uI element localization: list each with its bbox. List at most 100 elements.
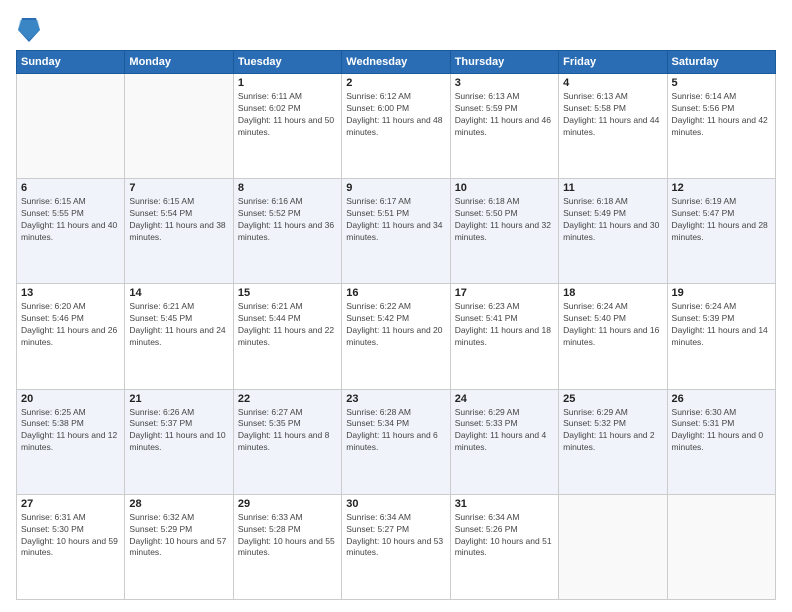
sunrise-text: Sunrise: 6:24 AM xyxy=(563,301,662,313)
day-detail: Sunrise: 6:22 AMSunset: 5:42 PMDaylight:… xyxy=(346,301,445,349)
sunset-text: Sunset: 5:52 PM xyxy=(238,208,337,220)
calendar-cell: 8 Sunrise: 6:16 AMSunset: 5:52 PMDaylight… xyxy=(233,179,341,284)
calendar-cell: 5Sunrise: 6:14 AMSunset: 5:56 PMDaylight… xyxy=(667,74,775,179)
daylight-text: Daylight: 11 hours and 38 minutes. xyxy=(129,220,228,244)
day-detail: Sunrise: 6:34 AMSunset: 5:26 PMDaylight:… xyxy=(455,512,554,560)
day-detail: Sunrise: 6:15 AMSunset: 5:54 PMDaylight:… xyxy=(129,196,228,244)
day-number: 5 xyxy=(672,77,771,89)
day-detail: Sunrise: 6:15 AMSunset: 5:55 PMDaylight:… xyxy=(21,196,120,244)
calendar-cell: 29Sunrise: 6:33 AMSunset: 5:28 PMDayligh… xyxy=(233,494,341,599)
sunset-text: Sunset: 5:59 PM xyxy=(455,103,554,115)
day-number: 9 xyxy=(346,182,445,194)
sunset-text: Sunset: 5:41 PM xyxy=(455,313,554,325)
calendar-cell xyxy=(559,494,667,599)
sunset-text: Sunset: 5:44 PM xyxy=(238,313,337,325)
daylight-text: Daylight: 10 hours and 55 minutes. xyxy=(238,536,337,560)
daylight-text: Daylight: 11 hours and 34 minutes. xyxy=(346,220,445,244)
sunrise-text: Sunrise: 6:18 AM xyxy=(455,196,554,208)
day-detail: Sunrise: 6:27 AMSunset: 5:35 PMDaylight:… xyxy=(238,407,337,455)
sunset-text: Sunset: 5:56 PM xyxy=(672,103,771,115)
sunrise-text: Sunrise: 6:24 AM xyxy=(672,301,771,313)
day-number: 26 xyxy=(672,393,771,405)
day-detail: Sunrise: 6:18 AMSunset: 5:50 PMDaylight:… xyxy=(455,196,554,244)
sunrise-text: Sunrise: 6:28 AM xyxy=(346,407,445,419)
logo-icon xyxy=(18,16,40,44)
sunrise-text: Sunrise: 6:23 AM xyxy=(455,301,554,313)
sunset-text: Sunset: 5:42 PM xyxy=(346,313,445,325)
day-detail: Sunrise: 6:13 AMSunset: 5:58 PMDaylight:… xyxy=(563,91,662,139)
calendar-cell: 6 Sunrise: 6:15 AMSunset: 5:55 PMDaylight… xyxy=(17,179,125,284)
calendar-cell xyxy=(667,494,775,599)
sunrise-text: Sunrise: 6:27 AM xyxy=(238,407,337,419)
sunrise-text: Sunrise: 6:16 AM xyxy=(238,196,337,208)
daylight-text: Daylight: 10 hours and 59 minutes. xyxy=(21,536,120,560)
calendar-cell: 4Sunrise: 6:13 AMSunset: 5:58 PMDaylight… xyxy=(559,74,667,179)
sunrise-text: Sunrise: 6:21 AM xyxy=(129,301,228,313)
day-detail: Sunrise: 6:11 AMSunset: 6:02 PMDaylight:… xyxy=(238,91,337,139)
day-number: 8 xyxy=(238,182,337,194)
sunrise-text: Sunrise: 6:29 AM xyxy=(455,407,554,419)
day-detail: Sunrise: 6:31 AMSunset: 5:30 PMDaylight:… xyxy=(21,512,120,560)
sunrise-text: Sunrise: 6:25 AM xyxy=(21,407,120,419)
sunset-text: Sunset: 6:02 PM xyxy=(238,103,337,115)
day-detail: Sunrise: 6:30 AMSunset: 5:31 PMDaylight:… xyxy=(672,407,771,455)
sunset-text: Sunset: 5:37 PM xyxy=(129,418,228,430)
calendar-table: SundayMondayTuesdayWednesdayThursdayFrid… xyxy=(16,50,776,600)
sunset-text: Sunset: 5:26 PM xyxy=(455,524,554,536)
day-number: 27 xyxy=(21,498,120,510)
sunset-text: Sunset: 5:54 PM xyxy=(129,208,228,220)
sunrise-text: Sunrise: 6:32 AM xyxy=(129,512,228,524)
daylight-text: Daylight: 11 hours and 14 minutes. xyxy=(672,325,771,349)
day-detail: Sunrise: 6:34 AMSunset: 5:27 PMDaylight:… xyxy=(346,512,445,560)
sunset-text: Sunset: 5:34 PM xyxy=(346,418,445,430)
sunrise-text: Sunrise: 6:13 AM xyxy=(563,91,662,103)
column-header-wednesday: Wednesday xyxy=(342,51,450,74)
daylight-text: Daylight: 11 hours and 36 minutes. xyxy=(238,220,337,244)
sunset-text: Sunset: 5:39 PM xyxy=(672,313,771,325)
day-detail: Sunrise: 6:33 AMSunset: 5:28 PMDaylight:… xyxy=(238,512,337,560)
sunset-text: Sunset: 5:49 PM xyxy=(563,208,662,220)
day-number: 31 xyxy=(455,498,554,510)
calendar-cell: 9 Sunrise: 6:17 AMSunset: 5:51 PMDaylight… xyxy=(342,179,450,284)
calendar-week-row: 1Sunrise: 6:11 AMSunset: 6:02 PMDaylight… xyxy=(17,74,776,179)
column-header-saturday: Saturday xyxy=(667,51,775,74)
sunset-text: Sunset: 6:00 PM xyxy=(346,103,445,115)
calendar-cell: 1Sunrise: 6:11 AMSunset: 6:02 PMDaylight… xyxy=(233,74,341,179)
daylight-text: Daylight: 11 hours and 6 minutes. xyxy=(346,430,445,454)
sunset-text: Sunset: 5:51 PM xyxy=(346,208,445,220)
column-header-monday: Monday xyxy=(125,51,233,74)
calendar-cell: 2Sunrise: 6:12 AMSunset: 6:00 PMDaylight… xyxy=(342,74,450,179)
sunrise-text: Sunrise: 6:13 AM xyxy=(455,91,554,103)
sunrise-text: Sunrise: 6:22 AM xyxy=(346,301,445,313)
sunrise-text: Sunrise: 6:17 AM xyxy=(346,196,445,208)
calendar-cell: 3Sunrise: 6:13 AMSunset: 5:59 PMDaylight… xyxy=(450,74,558,179)
logo xyxy=(16,16,40,44)
calendar-header-row: SundayMondayTuesdayWednesdayThursdayFrid… xyxy=(17,51,776,74)
day-number: 19 xyxy=(672,287,771,299)
day-number: 22 xyxy=(238,393,337,405)
day-detail: Sunrise: 6:23 AMSunset: 5:41 PMDaylight:… xyxy=(455,301,554,349)
day-number: 18 xyxy=(563,287,662,299)
calendar-cell: 19 Sunrise: 6:24 AMSunset: 5:39 PMDayligh… xyxy=(667,284,775,389)
sunrise-text: Sunrise: 6:20 AM xyxy=(21,301,120,313)
sunset-text: Sunset: 5:46 PM xyxy=(21,313,120,325)
day-number: 28 xyxy=(129,498,228,510)
day-number: 12 xyxy=(672,182,771,194)
sunrise-text: Sunrise: 6:33 AM xyxy=(238,512,337,524)
day-detail: Sunrise: 6:16 AMSunset: 5:52 PMDaylight:… xyxy=(238,196,337,244)
day-number: 6 xyxy=(21,182,120,194)
calendar-week-row: 27 Sunrise: 6:31 AMSunset: 5:30 PMDayligh… xyxy=(17,494,776,599)
sunset-text: Sunset: 5:31 PM xyxy=(672,418,771,430)
daylight-text: Daylight: 11 hours and 42 minutes. xyxy=(672,115,771,139)
day-detail: Sunrise: 6:12 AMSunset: 6:00 PMDaylight:… xyxy=(346,91,445,139)
day-number: 17 xyxy=(455,287,554,299)
daylight-text: Daylight: 10 hours and 53 minutes. xyxy=(346,536,445,560)
sunset-text: Sunset: 5:30 PM xyxy=(21,524,120,536)
sunrise-text: Sunrise: 6:34 AM xyxy=(455,512,554,524)
calendar-cell: 26 Sunrise: 6:30 AMSunset: 5:31 PMDayligh… xyxy=(667,389,775,494)
daylight-text: Daylight: 11 hours and 8 minutes. xyxy=(238,430,337,454)
daylight-text: Daylight: 10 hours and 57 minutes. xyxy=(129,536,228,560)
sunset-text: Sunset: 5:50 PM xyxy=(455,208,554,220)
daylight-text: Daylight: 11 hours and 26 minutes. xyxy=(21,325,120,349)
day-number: 16 xyxy=(346,287,445,299)
